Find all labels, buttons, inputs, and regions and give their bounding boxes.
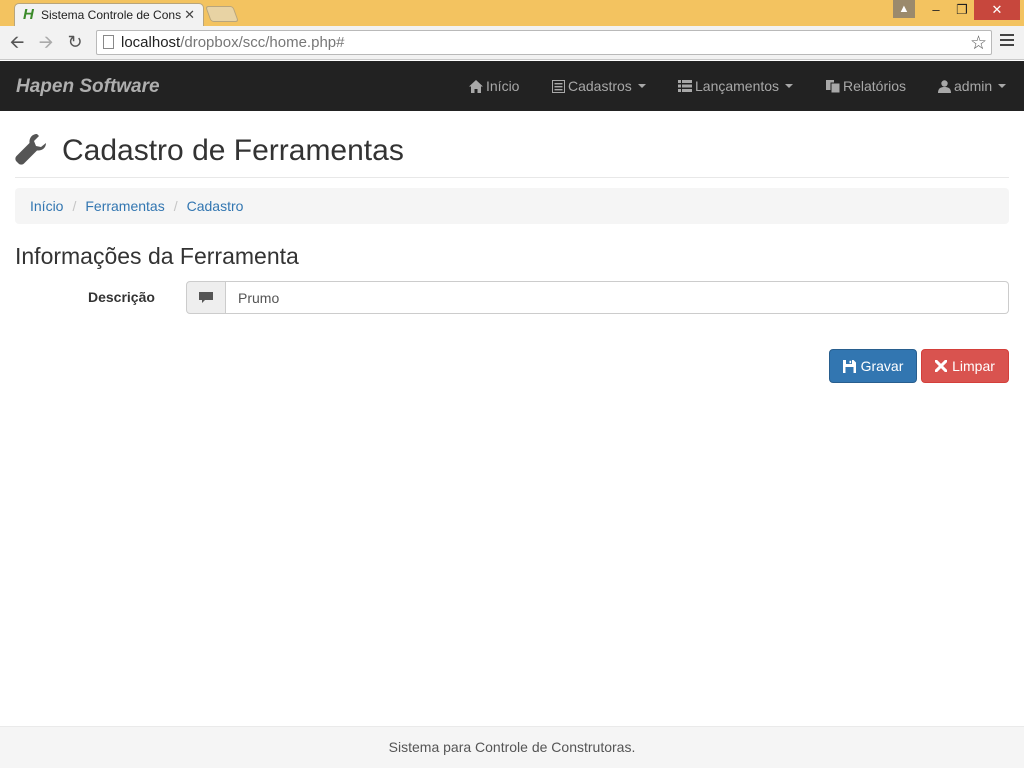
save-button[interactable]: Gravar <box>829 349 917 383</box>
copy-icon <box>826 79 840 93</box>
chevron-down-icon <box>637 84 646 88</box>
comment-icon <box>199 291 213 303</box>
browser-toolbar: 🡨 🡪 ↻ localhost/dropbox/scc/home.php# ☆ <box>0 26 1024 60</box>
breadcrumb-item-cadastro[interactable]: Cadastro <box>187 198 244 214</box>
nav-item-cadastros[interactable]: Cadastros <box>552 78 646 94</box>
profile-icon[interactable]: ▲ <box>893 0 915 18</box>
nav-item-inicio[interactable]: Início <box>469 78 519 94</box>
minimize-button[interactable]: – <box>923 0 949 20</box>
th-list-icon <box>678 80 692 92</box>
description-input-group <box>186 281 1009 314</box>
breadcrumb: Início / Ferramentas / Cadastro <box>15 188 1009 224</box>
breadcrumb-separator: / <box>72 198 77 214</box>
list-alt-icon <box>552 79 565 93</box>
nav-item-lancamentos[interactable]: Lançamentos <box>678 78 794 94</box>
breadcrumb-separator: / <box>173 198 178 214</box>
user-icon <box>938 79 951 93</box>
nav-item-admin[interactable]: admin <box>938 78 1007 94</box>
breadcrumb-item-inicio[interactable]: Início <box>30 198 63 214</box>
breadcrumb-item-ferramentas[interactable]: Ferramentas <box>85 198 164 214</box>
close-window-button[interactable]: ✕ <box>974 0 1020 20</box>
bookmark-star-icon[interactable]: ☆ <box>970 32 987 55</box>
description-input[interactable] <box>226 281 1009 314</box>
nav-item-relatorios[interactable]: Relatórios <box>826 78 906 94</box>
url-text: localhost/dropbox/scc/home.php# <box>121 34 345 51</box>
wrench-icon <box>15 134 46 165</box>
back-arrow-icon[interactable]: 🡨 <box>7 32 27 52</box>
reload-icon[interactable]: ↻ <box>65 32 85 52</box>
footer: Sistema para Controle de Construtoras. <box>0 726 1024 768</box>
footer-text: Sistema para Controle de Construtoras. <box>388 739 636 755</box>
chevron-down-icon <box>785 84 794 88</box>
comment-icon-addon <box>186 281 226 314</box>
brand-logo[interactable]: Hapen Software <box>16 76 160 98</box>
restore-button[interactable]: ❐ <box>949 0 975 20</box>
page-header: Cadastro de Ferramentas <box>15 131 1009 178</box>
forward-arrow-icon[interactable]: 🡪 <box>36 32 56 52</box>
page-icon <box>103 35 114 49</box>
page-title: Cadastro de Ferramentas <box>62 134 404 167</box>
new-tab-button[interactable] <box>205 6 239 22</box>
browser-menu-icon[interactable] <box>1000 34 1014 48</box>
browser-tab[interactable]: H Sistema Controle de Cons ✕ <box>14 3 204 26</box>
address-bar[interactable]: localhost/dropbox/scc/home.php# ☆ <box>96 30 992 55</box>
home-icon <box>469 79 483 93</box>
floppy-disk-icon <box>842 359 856 373</box>
browser-titlebar: H Sistema Controle de Cons ✕ ▲ – ❐ ✕ <box>0 0 1024 26</box>
chevron-down-icon <box>998 84 1007 88</box>
clear-button[interactable]: Limpar <box>921 349 1009 383</box>
close-icon <box>935 360 948 372</box>
tab-title: Sistema Controle de Cons <box>41 8 182 22</box>
favicon-icon: H <box>23 6 34 23</box>
section-title: Informações da Ferramenta <box>15 243 299 269</box>
description-label: Descrição <box>88 289 155 305</box>
app-navbar: Hapen Software Início Cadastros Lançamen… <box>0 61 1024 111</box>
tab-close-icon[interactable]: ✕ <box>184 7 195 23</box>
